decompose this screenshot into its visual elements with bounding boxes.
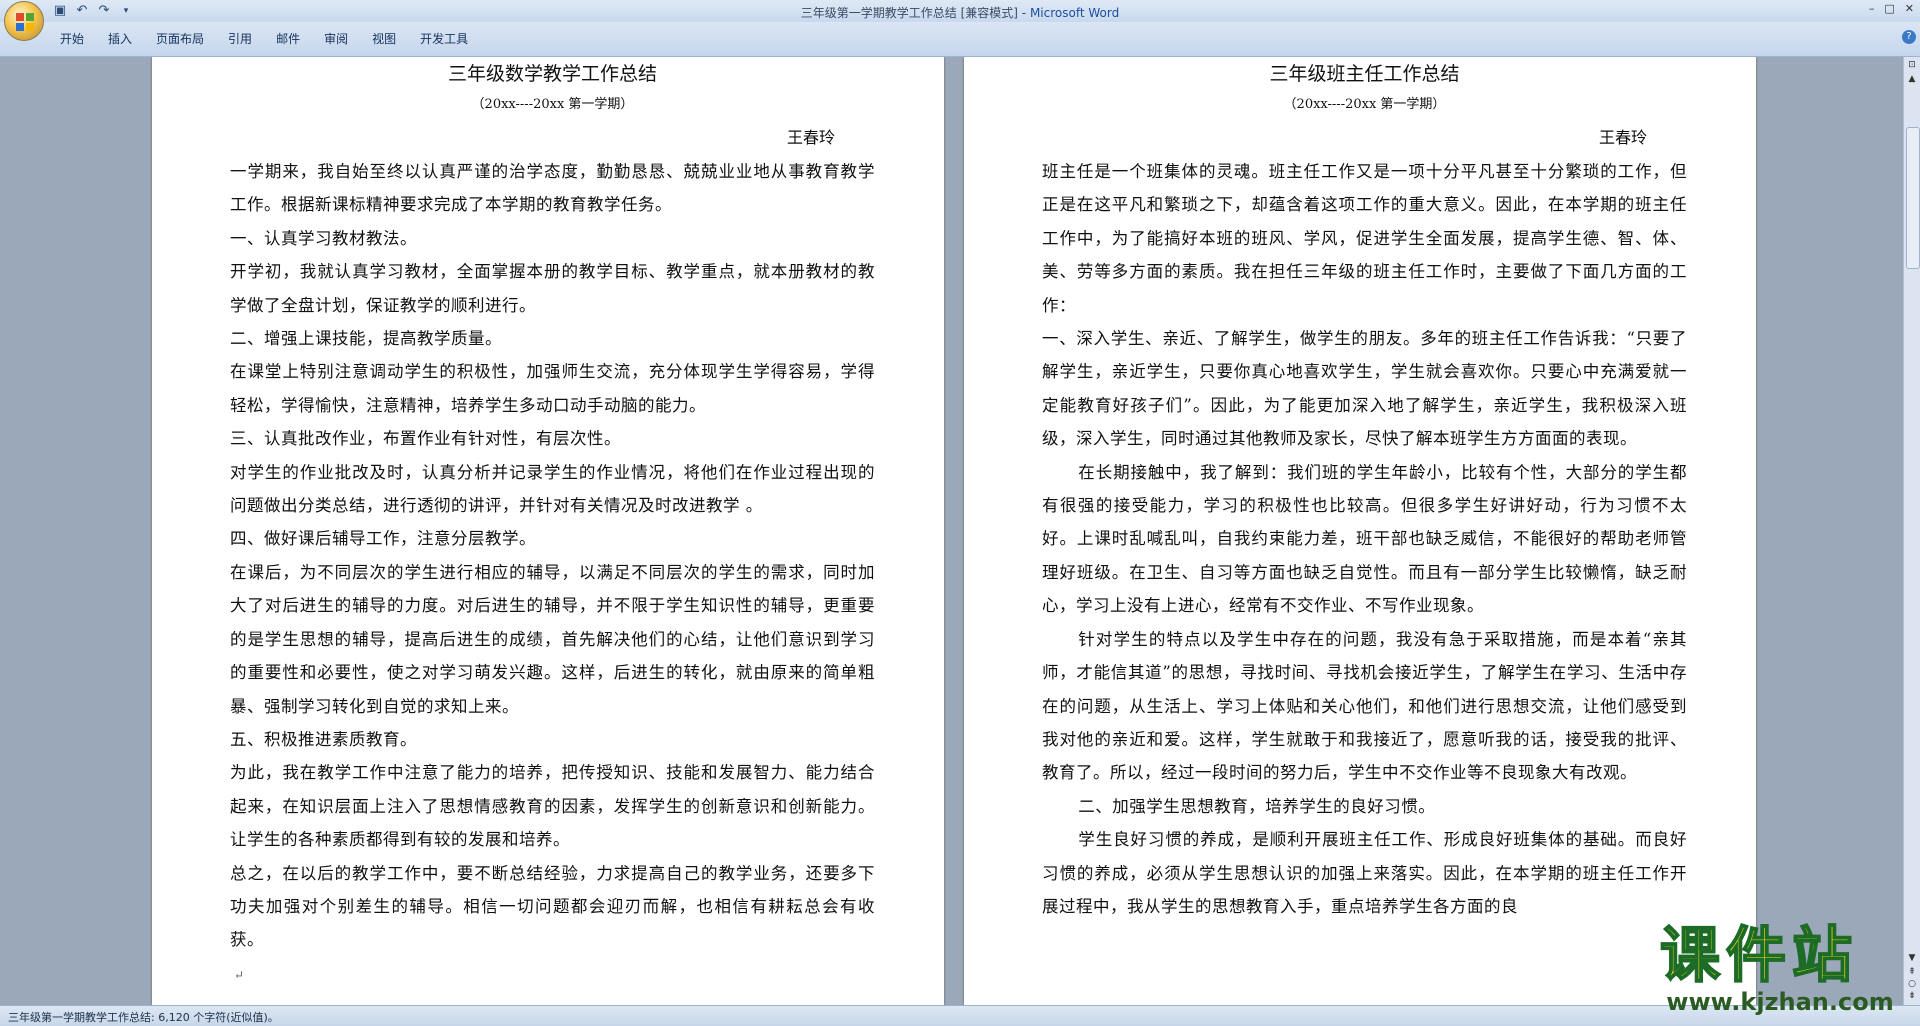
- watermark-text: 课件站: [1659, 921, 1858, 991]
- maximize-button[interactable]: □: [1884, 2, 1894, 15]
- page-2[interactable]: 三年级班主任工作总结 （20xx----20xx 第一学期） 王春玲 班主任是一…: [964, 57, 1756, 1005]
- page-2-subtitle: （20xx----20xx 第一学期）: [1283, 97, 1446, 112]
- paragraph: 在课堂上特别注意调动学生的积极性，加强师生交流，充分体现学生学得容易，学得轻松，…: [230, 362, 875, 415]
- vertical-scrollbar[interactable]: ⊡ ▲ ▼ ⇞ ○ ⇟: [1903, 57, 1920, 1005]
- close-button[interactable]: ✕: [1905, 2, 1914, 15]
- section-heading: 二、增强上课技能，提高教学质量。: [230, 329, 502, 349]
- previous-page-icon[interactable]: ⇞: [1906, 966, 1918, 978]
- scroll-thumb[interactable]: [1906, 127, 1920, 269]
- paragraph-mark: ↵: [230, 957, 875, 992]
- scroll-down-icon[interactable]: ▼: [1906, 952, 1918, 964]
- title-bar: ▣ ↶ ↷ ▾ 三年级第一学期教学工作总结 [兼容模式] - Microsoft…: [0, 0, 1920, 22]
- paragraph: 在课后，为不同层次的学生进行相应的辅导，以满足不同层次的学生的需求，同时加大了对…: [230, 562, 875, 716]
- page-1[interactable]: 三年级数学教学工作总结 （20xx----20xx 第一学期） 王春玲 一学期来…: [152, 57, 944, 1005]
- window-controls: – □ ✕: [1869, 2, 1914, 15]
- tab-page-layout[interactable]: 页面布局: [156, 30, 220, 47]
- paragraph: 针对学生的特点以及学生中存在的问题，我没有急于采取措施，而是本着“亲其师，才能信…: [1042, 629, 1687, 783]
- office-logo-icon: [16, 13, 34, 31]
- tab-mailings[interactable]: 邮件: [276, 30, 316, 47]
- page-2-title: 三年级班主任工作总结: [1269, 63, 1460, 85]
- paragraph: 开学初，我就认真学习教材，全面掌握本册的教学目标、教学重点，就本册教材的教学做了…: [230, 262, 875, 315]
- next-page-icon[interactable]: ⇟: [1906, 990, 1918, 1002]
- paragraph-mark-icon: ↵: [234, 967, 245, 982]
- paragraph: 在长期接触中，我了解到：我们班的学生年龄小，比较有个性，大部分的学生都有很强的接…: [1042, 462, 1687, 616]
- browse-object-icon[interactable]: ○: [1906, 978, 1918, 990]
- paragraph: 总之，在以后的教学工作中，要不断总结经验，力求提高自己的教学业务，还要多下功夫加…: [230, 863, 875, 950]
- paragraph: 一学期来，我自始至终以认真严谨的治学态度，勤勤恳恳、兢兢业业地从事教育教学工作。…: [230, 162, 875, 215]
- paragraph: 学生良好习惯的养成，是顺利开展班主任工作、形成良好班集体的基础。而良好习惯的养成…: [1042, 830, 1687, 916]
- section-heading: 二、加强学生思想教育，培养学生的良好习惯。: [1078, 796, 1436, 816]
- page-1-subtitle: （20xx----20xx 第一学期）: [471, 97, 634, 112]
- page-2-author: 王春玲: [1598, 128, 1647, 147]
- app-name: Microsoft Word: [1029, 6, 1120, 20]
- watermark-logo: 课件站 www.kjzhan.com: [1659, 921, 1900, 1016]
- paragraph: 为此，我在教学工作中注意了能力的培养，把传授知识、技能和发展智力、能力结合起来，…: [230, 763, 875, 850]
- window-title: 三年级第一学期教学工作总结 [兼容模式] - Microsoft Word: [0, 4, 1920, 21]
- ruler-toggle-icon[interactable]: ⊡: [1906, 59, 1918, 71]
- section-heading: 五、积极推进素质教育。: [230, 729, 417, 749]
- tab-developer[interactable]: 开发工具: [420, 30, 484, 47]
- tab-review[interactable]: 审阅: [324, 30, 364, 47]
- paragraph: 班主任是一个班集体的灵魂。班主任工作又是一项十分平凡甚至十分繁琐的工作，但正是在…: [1042, 162, 1687, 315]
- ribbon: 开始 插入 页面布局 引用 邮件 审阅 视图 开发工具: [0, 22, 1920, 57]
- tab-insert[interactable]: 插入: [108, 30, 148, 47]
- help-icon[interactable]: ?: [1902, 30, 1916, 44]
- ribbon-tabs: 开始 插入 页面布局 引用 邮件 审阅 视图 开发工具: [60, 30, 492, 47]
- scroll-up-icon[interactable]: ▲: [1906, 73, 1918, 85]
- word-count-status[interactable]: 三年级第一学期教学工作总结: 6,120 个字符(近似值)。: [8, 1009, 279, 1025]
- section-heading: 一、认真学习教材教法。: [230, 228, 417, 248]
- document-name: 三年级第一学期教学工作总结 [兼容模式]: [800, 6, 1018, 20]
- section-heading: 四、做好课后辅导工作，注意分层教学。: [230, 529, 536, 549]
- section-heading: 三、认真批改作业，布置作业有针对性，有层次性。: [230, 429, 621, 449]
- tab-view[interactable]: 视图: [372, 30, 412, 47]
- tab-references[interactable]: 引用: [228, 30, 268, 47]
- document-area[interactable]: 三年级数学教学工作总结 （20xx----20xx 第一学期） 王春玲 一学期来…: [0, 57, 1904, 1005]
- tab-home[interactable]: 开始: [60, 30, 100, 47]
- page-1-author: 王春玲: [786, 128, 835, 147]
- page-1-title: 三年级数学教学工作总结: [447, 63, 657, 85]
- minimize-button[interactable]: –: [1869, 2, 1875, 15]
- paragraph: 一、深入学生、亲近、了解学生，做学生的朋友。多年的班主任工作告诉我：“只要了解学…: [1042, 329, 1687, 449]
- office-button[interactable]: [4, 1, 44, 41]
- watermark-url: www.kjzhan.com: [1666, 988, 1894, 1016]
- paragraph: 对学生的作业批改及时，认真分析并记录学生的作业情况，将他们在作业过程出现的问题做…: [230, 462, 875, 516]
- title-separator: -: [1017, 6, 1030, 20]
- status-bar: 三年级第一学期教学工作总结: 6,120 个字符(近似值)。: [0, 1005, 1920, 1026]
